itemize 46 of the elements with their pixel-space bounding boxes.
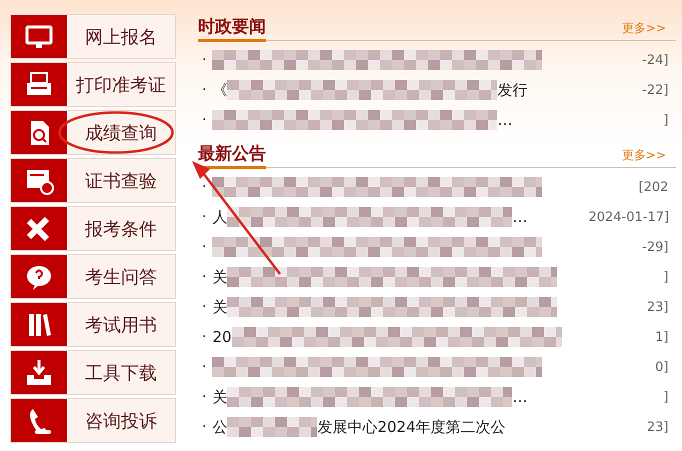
section-title: 时政要闻 bbox=[198, 16, 266, 42]
news-date: ] bbox=[662, 112, 668, 128]
news-title[interactable]: … bbox=[512, 388, 528, 406]
news-title[interactable]: 发展中心2024年度第二次公 bbox=[317, 418, 506, 436]
menu-item[interactable]: 网上报名 bbox=[10, 14, 176, 59]
news-title[interactable]: … bbox=[497, 111, 512, 129]
news-title[interactable]: 人 bbox=[212, 208, 228, 226]
bullet: · bbox=[202, 239, 206, 255]
news-date: -29] bbox=[641, 240, 668, 254]
news-date: [202 bbox=[638, 180, 668, 194]
news-title[interactable]: 关 bbox=[212, 388, 228, 406]
menu-item[interactable]: 考试用书 bbox=[10, 302, 176, 347]
news-title[interactable]: 关 bbox=[212, 268, 228, 286]
news-date: 23] bbox=[646, 420, 668, 434]
menu-item[interactable]: 证书查验 bbox=[10, 158, 176, 203]
news-title[interactable]: 20 bbox=[212, 328, 232, 346]
bullet: · bbox=[202, 209, 206, 225]
news-title[interactable]: 《 bbox=[212, 80, 228, 100]
news-title[interactable]: 关 bbox=[212, 298, 228, 316]
menu-item[interactable]: 报考条件 bbox=[10, 206, 176, 251]
menu-item[interactable]: 工具下载 bbox=[10, 350, 176, 395]
news-date: 0] bbox=[654, 360, 668, 374]
news-date: 2024-01-17] bbox=[588, 210, 668, 224]
menu-item[interactable]: 打印准考证 bbox=[10, 62, 176, 107]
news-date: 23] bbox=[646, 300, 668, 314]
bullet: · bbox=[202, 179, 206, 195]
news-title[interactable]: … bbox=[512, 208, 528, 226]
news-date: ] bbox=[662, 270, 668, 284]
bullet: · bbox=[202, 419, 206, 435]
menu-item[interactable]: 咨询投诉 bbox=[10, 398, 176, 443]
bullet: · bbox=[202, 269, 206, 285]
bullet: · bbox=[202, 52, 206, 68]
bullet: · bbox=[202, 329, 206, 345]
news-date: 1] bbox=[654, 330, 668, 344]
bullet: · bbox=[202, 389, 206, 405]
news-date: ] bbox=[662, 390, 668, 404]
menu-item[interactable]: 成绩查询 bbox=[10, 110, 176, 155]
news-title[interactable]: 发行 bbox=[497, 80, 528, 100]
bullet: · bbox=[202, 112, 206, 128]
bullet: · bbox=[202, 82, 206, 98]
menu-item[interactable]: 考生问答 bbox=[10, 254, 176, 299]
news-date: -22] bbox=[641, 82, 668, 98]
news-title[interactable]: 公 bbox=[212, 418, 228, 436]
news-date: -24] bbox=[641, 52, 668, 68]
bullet: · bbox=[202, 359, 206, 375]
bullet: · bbox=[202, 299, 206, 315]
